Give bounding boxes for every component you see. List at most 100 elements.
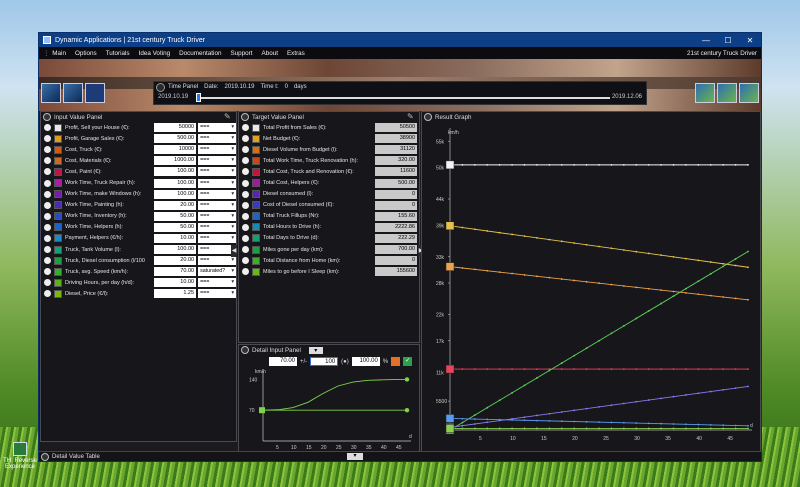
close-button[interactable]: ✕ bbox=[739, 36, 761, 45]
menu-main[interactable]: Main bbox=[52, 50, 66, 57]
row-radio[interactable] bbox=[44, 257, 51, 265]
panel-collapse-icon[interactable] bbox=[241, 346, 249, 354]
series-point bbox=[709, 163, 712, 166]
input-mode-select[interactable]: === bbox=[198, 167, 236, 177]
row-radio[interactable] bbox=[242, 146, 249, 154]
input-mode-select[interactable]: === bbox=[198, 222, 236, 232]
input-value-field[interactable]: 10000 bbox=[154, 145, 197, 155]
menu-extras[interactable]: Extras bbox=[287, 50, 305, 57]
menu-about[interactable]: About bbox=[262, 50, 278, 57]
document-thumbnail-button[interactable] bbox=[85, 83, 105, 103]
row-radio[interactable] bbox=[242, 223, 249, 231]
input-mode-select[interactable]: === bbox=[198, 123, 236, 133]
input-mode-select[interactable]: === bbox=[198, 156, 236, 166]
panel-collapse-icon[interactable] bbox=[156, 82, 165, 92]
confirm-icon[interactable]: ✓ bbox=[403, 357, 413, 366]
row-radio[interactable] bbox=[242, 157, 249, 165]
row-radio[interactable] bbox=[44, 157, 51, 165]
series-point bbox=[461, 417, 464, 420]
maximize-button[interactable]: ☐ bbox=[717, 36, 739, 45]
input-value-field[interactable]: 10.00 bbox=[154, 278, 197, 288]
row-radio[interactable] bbox=[242, 201, 249, 209]
menu-options[interactable]: Options bbox=[75, 50, 97, 57]
collapse-arrow-icon[interactable]: ◀ bbox=[231, 245, 237, 257]
minimize-button[interactable]: — bbox=[695, 36, 717, 45]
input-value-field[interactable]: 20.00 bbox=[154, 256, 197, 266]
result-graph-panel: Result Graph km/h d 5 10 15 20 25 30 35 40 45 55k 50… bbox=[421, 111, 761, 454]
time-slider-track[interactable] bbox=[198, 97, 610, 99]
row-radio[interactable] bbox=[44, 124, 51, 132]
input-value-field[interactable]: 1000.00 bbox=[154, 156, 197, 166]
row-radio[interactable] bbox=[242, 212, 249, 220]
input-value-field[interactable]: 50000 bbox=[154, 123, 197, 133]
menu-support[interactable]: Support bbox=[230, 50, 252, 57]
row-radio[interactable] bbox=[44, 201, 51, 209]
truck-icon[interactable] bbox=[739, 83, 759, 103]
globe-icon[interactable] bbox=[695, 83, 715, 103]
edit-icon[interactable]: ✎ bbox=[224, 113, 232, 121]
expand-table-button[interactable]: ▾ bbox=[347, 453, 363, 460]
input-mode-select[interactable]: saturated? bbox=[198, 267, 236, 277]
input-value-field[interactable]: 20.00 bbox=[154, 200, 197, 210]
input-mode-select[interactable]: === bbox=[198, 189, 236, 199]
row-radio[interactable] bbox=[242, 234, 249, 242]
row-radio[interactable] bbox=[44, 190, 51, 198]
row-radio[interactable] bbox=[242, 246, 249, 254]
row-radio[interactable] bbox=[242, 268, 249, 276]
detail-delta-input[interactable]: 100 bbox=[310, 357, 339, 366]
row-radio[interactable] bbox=[44, 179, 51, 187]
input-value-field[interactable]: 10.00 bbox=[154, 233, 197, 243]
row-radio[interactable] bbox=[44, 268, 51, 276]
input-mode-select[interactable]: === bbox=[198, 289, 236, 299]
input-mode-select[interactable]: === bbox=[198, 256, 236, 266]
input-value-field[interactable]: 1.25 bbox=[154, 289, 197, 299]
row-radio[interactable] bbox=[44, 135, 51, 143]
row-radio[interactable] bbox=[44, 246, 51, 254]
input-value-field[interactable]: 50.00 bbox=[154, 211, 197, 221]
row-radio[interactable] bbox=[44, 146, 51, 154]
row-radio[interactable] bbox=[242, 124, 249, 132]
menu-tutorials[interactable]: Tutorials bbox=[106, 50, 130, 57]
input-mode-select[interactable]: === bbox=[198, 134, 236, 144]
input-mode-select[interactable]: === bbox=[198, 278, 236, 288]
input-mode-select[interactable]: === bbox=[198, 145, 236, 155]
input-mode-select[interactable]: === bbox=[198, 178, 236, 188]
row-radio[interactable] bbox=[44, 223, 51, 231]
reset-icon[interactable] bbox=[391, 357, 401, 366]
row-radio[interactable] bbox=[44, 212, 51, 220]
input-mode-select[interactable]: === bbox=[198, 200, 236, 210]
input-mode-select[interactable]: === bbox=[198, 211, 236, 221]
detail-value-input[interactable]: 70.00 bbox=[269, 357, 297, 366]
menu-documentation[interactable]: Documentation bbox=[179, 50, 221, 57]
input-mode-select[interactable]: === bbox=[198, 233, 236, 243]
desktop-shortcut[interactable]: TH: Reverse Experience bbox=[2, 442, 38, 470]
row-radio[interactable] bbox=[242, 179, 249, 187]
input-value-field[interactable]: 100.00 bbox=[154, 189, 197, 199]
panel-collapse-icon[interactable] bbox=[43, 113, 51, 121]
panel-collapse-icon[interactable] bbox=[41, 452, 49, 461]
menu-idea-voting[interactable]: Idea Voting bbox=[139, 50, 171, 57]
row-radio[interactable] bbox=[44, 168, 51, 176]
row-radio[interactable] bbox=[242, 257, 249, 265]
input-value-field[interactable]: 100.00 bbox=[154, 245, 197, 255]
row-radio[interactable] bbox=[242, 168, 249, 176]
panel-collapse-icon[interactable] bbox=[241, 113, 249, 121]
row-radio[interactable] bbox=[242, 135, 249, 143]
row-radio[interactable] bbox=[44, 290, 51, 298]
input-value-field[interactable]: 50.00 bbox=[154, 222, 197, 232]
row-radio[interactable] bbox=[44, 234, 51, 242]
time-slider-handle[interactable] bbox=[196, 93, 201, 102]
detail-dropdown-button[interactable]: ▾ bbox=[308, 346, 323, 354]
help-icon[interactable] bbox=[717, 83, 737, 103]
input-value-field[interactable]: 70.00 bbox=[154, 267, 197, 277]
row-radio[interactable] bbox=[44, 279, 51, 287]
panel-collapse-icon[interactable] bbox=[424, 113, 432, 121]
input-value-field[interactable]: 100.00 bbox=[154, 178, 197, 188]
row-radio[interactable] bbox=[242, 190, 249, 198]
edit-icon[interactable]: ✎ bbox=[407, 113, 415, 121]
truck-thumbnail-button[interactable] bbox=[41, 83, 61, 103]
input-value-field[interactable]: 100.00 bbox=[154, 167, 197, 177]
detail-percent-input[interactable]: 100.00 bbox=[351, 357, 380, 366]
input-value-field[interactable]: 500.00 bbox=[154, 134, 197, 144]
road-thumbnail-button[interactable] bbox=[63, 83, 83, 103]
